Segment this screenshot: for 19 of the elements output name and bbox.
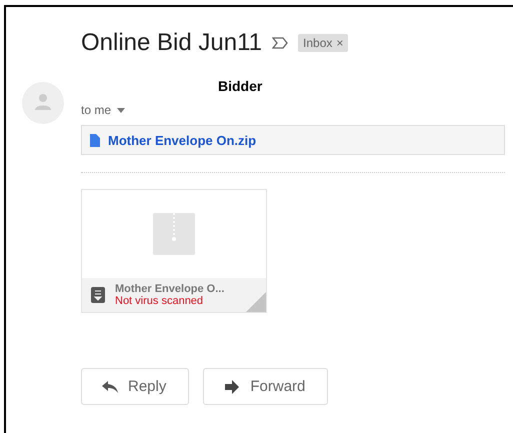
zip-icon xyxy=(153,213,195,255)
page-fold-icon xyxy=(246,292,266,312)
file-icon xyxy=(90,134,100,146)
archive-icon xyxy=(91,287,105,303)
reply-icon xyxy=(102,380,118,394)
inbox-label[interactable]: Inbox × xyxy=(298,34,348,52)
recipient-text: to me xyxy=(81,103,112,117)
reply-button[interactable]: Reply xyxy=(81,368,190,405)
avatar-icon xyxy=(22,82,64,124)
attachment-name: Mother Envelope O... xyxy=(115,283,224,295)
forward-button[interactable]: Forward xyxy=(203,368,328,405)
attachment-card[interactable]: Mother Envelope O... Not virus scanned xyxy=(81,189,267,313)
email-subject: Online Bid Jun11 xyxy=(81,29,262,57)
arrow-icon xyxy=(224,380,240,394)
importance-icon[interactable] xyxy=(272,37,288,49)
sender-name: Bidder xyxy=(218,78,264,94)
caret-icon[interactable] xyxy=(117,108,126,112)
scan-status: Not virus scanned xyxy=(115,295,204,307)
attachment-link[interactable]: Mother Envelope On.zip xyxy=(108,132,256,148)
